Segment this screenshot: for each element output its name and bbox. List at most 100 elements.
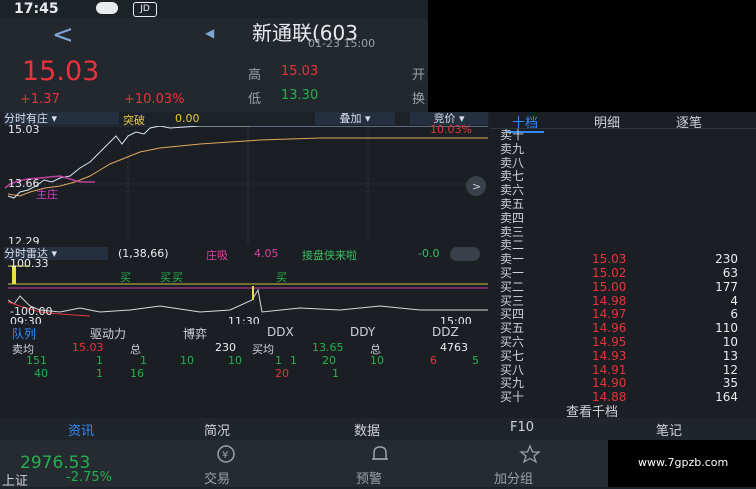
level-price: 14.96 <box>592 321 627 336</box>
sell-total-value: 230 <box>215 341 236 354</box>
tab-ddy[interactable]: DDY <box>350 325 375 339</box>
watermark-region: www.7gpzb.com <box>608 440 756 487</box>
bid-level-row[interactable]: 买一 15.02 63 <box>500 266 750 281</box>
level-volume: 177 <box>715 279 738 294</box>
level-label: 卖一 <box>500 252 525 267</box>
open-label: 开 <box>412 68 426 83</box>
level-label: 买一 <box>500 266 525 280</box>
queue-cell: 1 <box>96 367 103 380</box>
buy-mark-1: 买 <box>120 271 131 284</box>
ask-level-row[interactable]: 卖一 15.03 230 <box>500 252 750 267</box>
order-book-list: 卖十 卖九 卖八 卖七 卖六 卖五 卖四 卖三 卖二 卖一 15.03 230 买一 15.02 63 买二 1… <box>490 128 756 405</box>
level-volume: 6 <box>730 307 738 322</box>
level-label: 卖七 <box>500 169 525 184</box>
indicator-params: (1,38,66) <box>118 247 169 260</box>
queue-cell: 151 <box>26 354 47 367</box>
bid-level-row[interactable]: 买十 14.88 164 <box>500 390 750 405</box>
ask-level-row[interactable]: 卖五 <box>500 197 750 212</box>
ask-level-row[interactable]: 卖二 <box>500 239 750 253</box>
level-label: 买三 <box>500 293 525 308</box>
level-price: 15.02 <box>592 266 627 280</box>
level-label: 卖五 <box>500 197 525 211</box>
level-label: 买五 <box>500 321 525 336</box>
level-volume: 12 <box>722 362 738 377</box>
svg-text:¥: ¥ <box>222 450 228 461</box>
ask-level-row[interactable]: 卖八 <box>500 156 750 171</box>
level-volume: 35 <box>722 376 738 391</box>
level-volume: 164 <box>715 390 738 405</box>
level-label: 买十 <box>500 390 525 405</box>
queue-cell: 1 <box>275 354 282 367</box>
level-price: 14.95 <box>592 335 627 349</box>
tab-f10[interactable]: F10 <box>510 420 534 435</box>
level-price: 15.03 <box>592 252 627 267</box>
bottom-tab-bar: 资讯 简况 数据 F10 笔记 <box>0 418 756 442</box>
level-volume: 110 <box>715 321 738 336</box>
intraday-chart[interactable]: > 15.03 10.03% 13.66 主庄 12.29 <box>0 123 490 248</box>
intraday-chart-svg: > <box>4 126 488 244</box>
chart-pct-top: 10.03% <box>430 123 472 136</box>
tab-news[interactable]: 资讯 <box>52 420 111 442</box>
buy-mark-4: 买 <box>276 271 287 284</box>
bid-level-row[interactable]: 买八 14.91 12 <box>500 362 750 378</box>
bid-level-row[interactable]: 买四 14.97 6 <box>500 308 750 322</box>
price-change: +1.37 <box>20 92 60 107</box>
level-volume: 4 <box>730 293 738 308</box>
star-icon <box>519 444 541 464</box>
svg-text:>: > <box>472 180 481 193</box>
bid-level-row[interactable]: 买七 14.93 13 <box>500 348 750 364</box>
level-price: 14.90 <box>592 376 627 391</box>
ask-level-row[interactable]: 卖三 <box>500 225 750 240</box>
level-label: 卖四 <box>500 210 525 225</box>
sell-avg-value: 15.03 <box>72 341 104 354</box>
index-name: 上证 <box>2 474 29 489</box>
ask-level-row[interactable]: 卖九 <box>500 141 750 157</box>
tab-ddx[interactable]: DDX <box>267 325 294 339</box>
tab-notes[interactable]: 笔记 <box>656 420 682 439</box>
overlay-button[interactable]: 叠加 ▾ <box>315 112 395 125</box>
turnover-label: 换 <box>412 92 426 107</box>
prev-stock-icon[interactable]: ◀ <box>205 26 214 40</box>
buy-mark-3: 买 <box>172 271 183 284</box>
queue-cell: 40 <box>34 367 48 380</box>
back-icon[interactable]: < <box>52 20 74 50</box>
level-label: 买七 <box>500 348 525 363</box>
queue-row-2: 40 1 16 20 1 <box>0 367 490 381</box>
price-change-pct: +10.03% <box>124 92 185 107</box>
ask-level-row[interactable]: 卖十 <box>500 128 750 143</box>
bid-level-row[interactable]: 买二 15.00 177 <box>500 279 750 295</box>
level-label: 卖二 <box>500 238 525 253</box>
nav-trade[interactable]: ¥ 交易 <box>196 444 256 487</box>
index-ticker[interactable]: 2976.53 上证 -2.75% <box>0 440 150 489</box>
level-label: 买四 <box>500 307 525 322</box>
queue-cell: 16 <box>130 367 144 380</box>
level-price: 14.91 <box>592 362 627 377</box>
tab-ddz[interactable]: DDZ <box>432 325 459 339</box>
alert-label: 预警 <box>356 472 383 487</box>
level-volume: 13 <box>722 348 738 363</box>
stock-header: < ◀ 新通联(603 01-23 15:00 15.03 +1.37 +10.… <box>0 18 428 112</box>
queue-cell: 10 <box>180 354 194 367</box>
level-label: 卖九 <box>500 141 525 156</box>
bid-level-row[interactable]: 买九 14.90 35 <box>500 377 750 391</box>
ask-level-row[interactable]: 卖四 <box>500 210 750 226</box>
indicator-settings-icon[interactable] <box>450 247 480 261</box>
status-time: 17:45 <box>14 1 59 17</box>
tab-overview[interactable]: 简况 <box>204 420 230 439</box>
nav-alert[interactable]: 预警 <box>350 444 410 487</box>
ask-level-row[interactable]: 卖七 <box>500 170 750 184</box>
chart-toolbar: 分时有庄 ▾ 突破 0.00 叠加 ▾ 竞价 ▾ <box>0 112 490 127</box>
ask-level-row[interactable]: 卖六 <box>500 183 750 198</box>
bid-level-row[interactable]: 买三 14.98 4 <box>500 293 750 309</box>
relay-value: -0.0 <box>418 247 440 260</box>
tab-data[interactable]: 数据 <box>354 420 380 439</box>
queue-row-1: 151 1 1 10 10 1 1 20 10 6 5 <box>0 354 490 368</box>
buy-total-value: 4763 <box>440 341 468 354</box>
bid-level-row[interactable]: 买六 14.95 10 <box>500 335 750 350</box>
queue-cell: 20 <box>322 354 336 367</box>
nav-add-group[interactable]: 加分组 <box>490 444 570 487</box>
level-label: 卖六 <box>500 183 525 198</box>
indicator-panel: 分时雷达 ▾ (1,38,66) 庄吸 4.05 接盘侠来啦 -0.0 100.… <box>0 244 490 328</box>
bid-level-row[interactable]: 买五 14.96 110 <box>500 321 750 336</box>
queue-cell: 10 <box>370 354 384 367</box>
